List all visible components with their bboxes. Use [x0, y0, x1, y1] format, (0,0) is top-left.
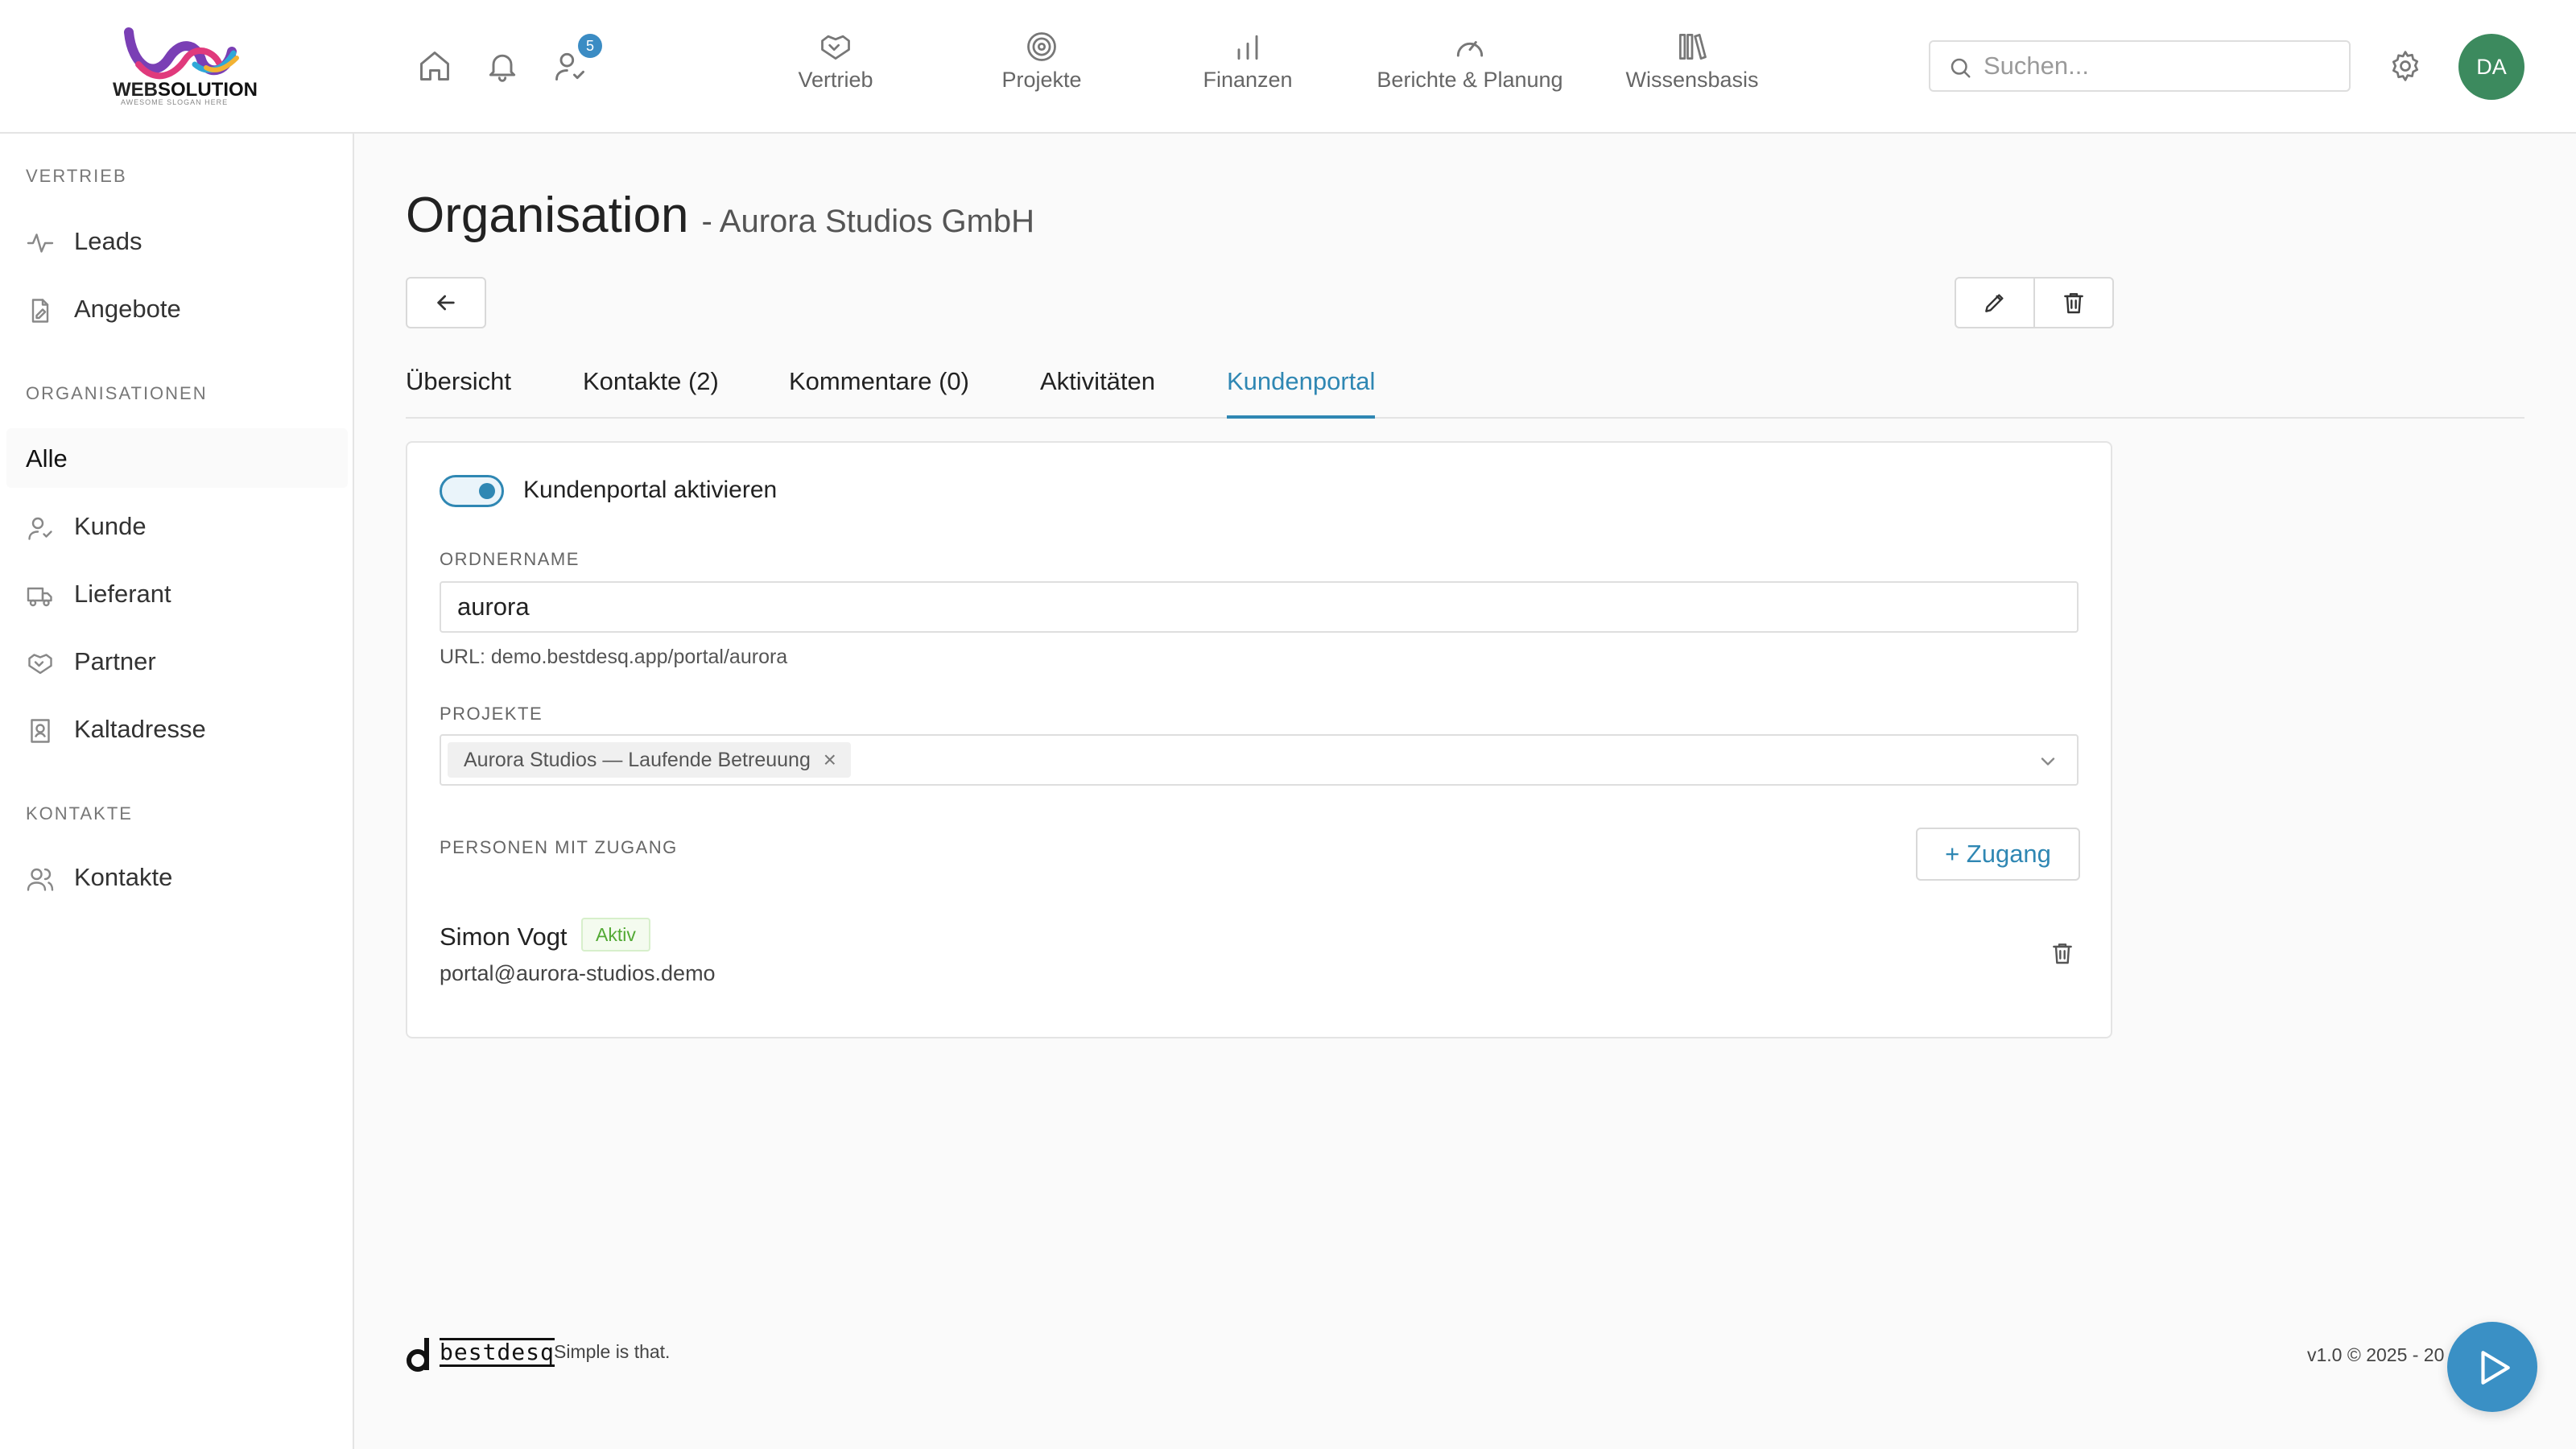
sidebar-item-label: Angebote — [74, 295, 181, 323]
nav-projekte-label: Projekte — [1001, 68, 1082, 92]
sidebar-item-kunde[interactable]: Kunde — [0, 496, 348, 555]
back-button[interactable] — [406, 277, 486, 328]
nav-vertrieb-label: Vertrieb — [798, 68, 873, 92]
play-icon — [2481, 1351, 2510, 1385]
folder-name-input[interactable] — [440, 581, 2079, 633]
bar-chart-icon — [1230, 29, 1265, 64]
activity-icon — [26, 229, 55, 258]
bestdesq-logo-icon — [407, 1338, 429, 1372]
play-fab-button[interactable] — [2447, 1322, 2537, 1412]
add-access-button[interactable]: + Zugang — [1916, 828, 2080, 881]
folder-name-label: ORDNERNAME — [440, 549, 580, 569]
gear-icon[interactable] — [2388, 48, 2423, 84]
user-avatar[interactable]: DA — [2458, 34, 2524, 100]
handshake-icon — [818, 29, 853, 64]
sidebar-section-vertrieb: VERTRIEB — [26, 166, 127, 186]
notification-count-badge: 5 — [578, 34, 602, 58]
tab-uebersicht[interactable]: Übersicht — [406, 367, 511, 419]
nav-berichte-planung[interactable]: Berichte & Planung — [1373, 29, 1567, 93]
portal-toggle-label: Kundenportal aktivieren — [523, 477, 778, 503]
search-input[interactable] — [1984, 48, 2338, 84]
chip-remove-icon[interactable]: × — [820, 742, 840, 778]
main-content: Organisation - Aurora Studios GmbH Übersi… — [354, 134, 2576, 1449]
trash-icon — [2064, 293, 2083, 314]
person-email: portal@aurora-studios.demo — [440, 961, 716, 985]
projects-select[interactable]: Aurora Studios — Laufende Betreuung × — [440, 734, 2079, 786]
footer-tagline: Simple is that. — [554, 1341, 671, 1362]
sidebar-item-kaltadresse[interactable]: Kaltadresse — [0, 699, 348, 758]
search-icon — [1948, 56, 1972, 80]
sidebar-item-lieferant[interactable]: Lieferant — [0, 564, 348, 623]
sidebar-item-label: Lieferant — [74, 580, 171, 608]
page-title: Organisation - Aurora Studios GmbH — [406, 187, 1034, 244]
arrow-left-icon — [437, 295, 455, 311]
nav-finanzen-label: Finanzen — [1203, 68, 1293, 92]
projects-label: PROJEKTE — [440, 704, 543, 724]
page-subtitle: - Aurora Studios GmbH — [701, 204, 1035, 239]
nav-vertrieb[interactable]: Vertrieb — [739, 29, 932, 93]
toggle-knob — [479, 483, 495, 499]
pencil-icon — [1985, 294, 2004, 312]
users-icon — [26, 865, 55, 894]
sidebar-item-leads[interactable]: Leads — [0, 211, 348, 270]
bell-icon[interactable] — [485, 48, 520, 84]
sidebar-item-label: Kaltadresse — [74, 715, 206, 743]
person-name: Simon Vogt — [440, 923, 568, 951]
sidebar-section-kontakte: KONTAKTE — [26, 803, 133, 824]
sidebar-item-kontakte[interactable]: Kontakte — [0, 847, 348, 906]
file-edit-icon — [26, 296, 55, 325]
sidebar-item-alle[interactable]: Alle — [6, 428, 348, 488]
chevron-down-icon — [2041, 758, 2055, 766]
top-bar: WEBSOLUTION AWESOME SLOGAN HERE 5 Vertri… — [0, 0, 2576, 134]
nav-projekte[interactable]: Projekte — [945, 29, 1138, 93]
nav-finanzen[interactable]: Finanzen — [1151, 29, 1344, 93]
sidebar-item-label: Partner — [74, 647, 156, 675]
truck-icon — [26, 581, 55, 610]
gauge-icon — [1452, 29, 1488, 64]
tab-kontakte[interactable]: Kontakte (2) — [583, 367, 719, 419]
status-badge: Aktiv — [581, 918, 650, 952]
edit-button[interactable] — [1955, 277, 2035, 328]
sidebar: VERTRIEB Leads Angebote ORGANISATIONEN A… — [0, 134, 354, 1449]
sidebar-section-organisationen: ORGANISATIONEN — [26, 383, 208, 403]
tab-kommentare[interactable]: Kommentare (0) — [789, 367, 969, 419]
search-box[interactable] — [1929, 40, 2351, 92]
portal-url-hint: URL: demo.bestdesq.app/portal/aurora — [440, 646, 788, 668]
persons-access-label: PERSONEN MIT ZUGANG — [440, 837, 678, 857]
nav-berichte-planung-label: Berichte & Planung — [1377, 68, 1563, 92]
nav-wissensbasis-label: Wissensbasis — [1625, 68, 1759, 92]
delete-button[interactable] — [2033, 277, 2114, 328]
nav-wissensbasis[interactable]: Wissensbasis — [1596, 29, 1789, 93]
tab-kundenportal[interactable]: Kundenportal — [1227, 367, 1376, 419]
project-chip: Aurora Studios — Laufende Betreuung × — [448, 742, 851, 778]
home-icon[interactable] — [417, 48, 452, 84]
page-title-text: Organisation — [406, 188, 689, 243]
brand-tagline: AWESOME SLOGAN HERE — [121, 98, 229, 106]
sidebar-item-partner[interactable]: Partner — [0, 631, 348, 691]
tabs-divider — [406, 417, 2524, 419]
user-check-icon — [26, 514, 55, 543]
footer-brand: bestdesq — [440, 1338, 555, 1367]
sidebar-item-label: Kontakte — [74, 863, 173, 891]
sidebar-item-angebote[interactable]: Angebote — [0, 279, 348, 338]
handshake-icon — [26, 649, 55, 678]
target-icon — [1024, 29, 1059, 64]
project-chip-label: Aurora Studios — Laufende Betreuung — [464, 749, 811, 771]
library-icon — [1674, 29, 1710, 64]
tab-aktivitaeten[interactable]: Aktivitäten — [1040, 367, 1155, 419]
sidebar-item-label: Alle — [26, 444, 68, 473]
sidebar-item-label: Kunde — [74, 512, 147, 540]
kundenportal-card: Kundenportal aktivieren ORDNERNAME URL: … — [406, 441, 2112, 1038]
sidebar-item-label: Leads — [74, 227, 142, 255]
footer-version: v1.0 © 2025 - 20 — [2307, 1344, 2445, 1365]
portal-toggle[interactable] — [440, 475, 504, 507]
contact-card-icon — [26, 716, 55, 745]
remove-person-trash-icon[interactable] — [2050, 940, 2075, 966]
